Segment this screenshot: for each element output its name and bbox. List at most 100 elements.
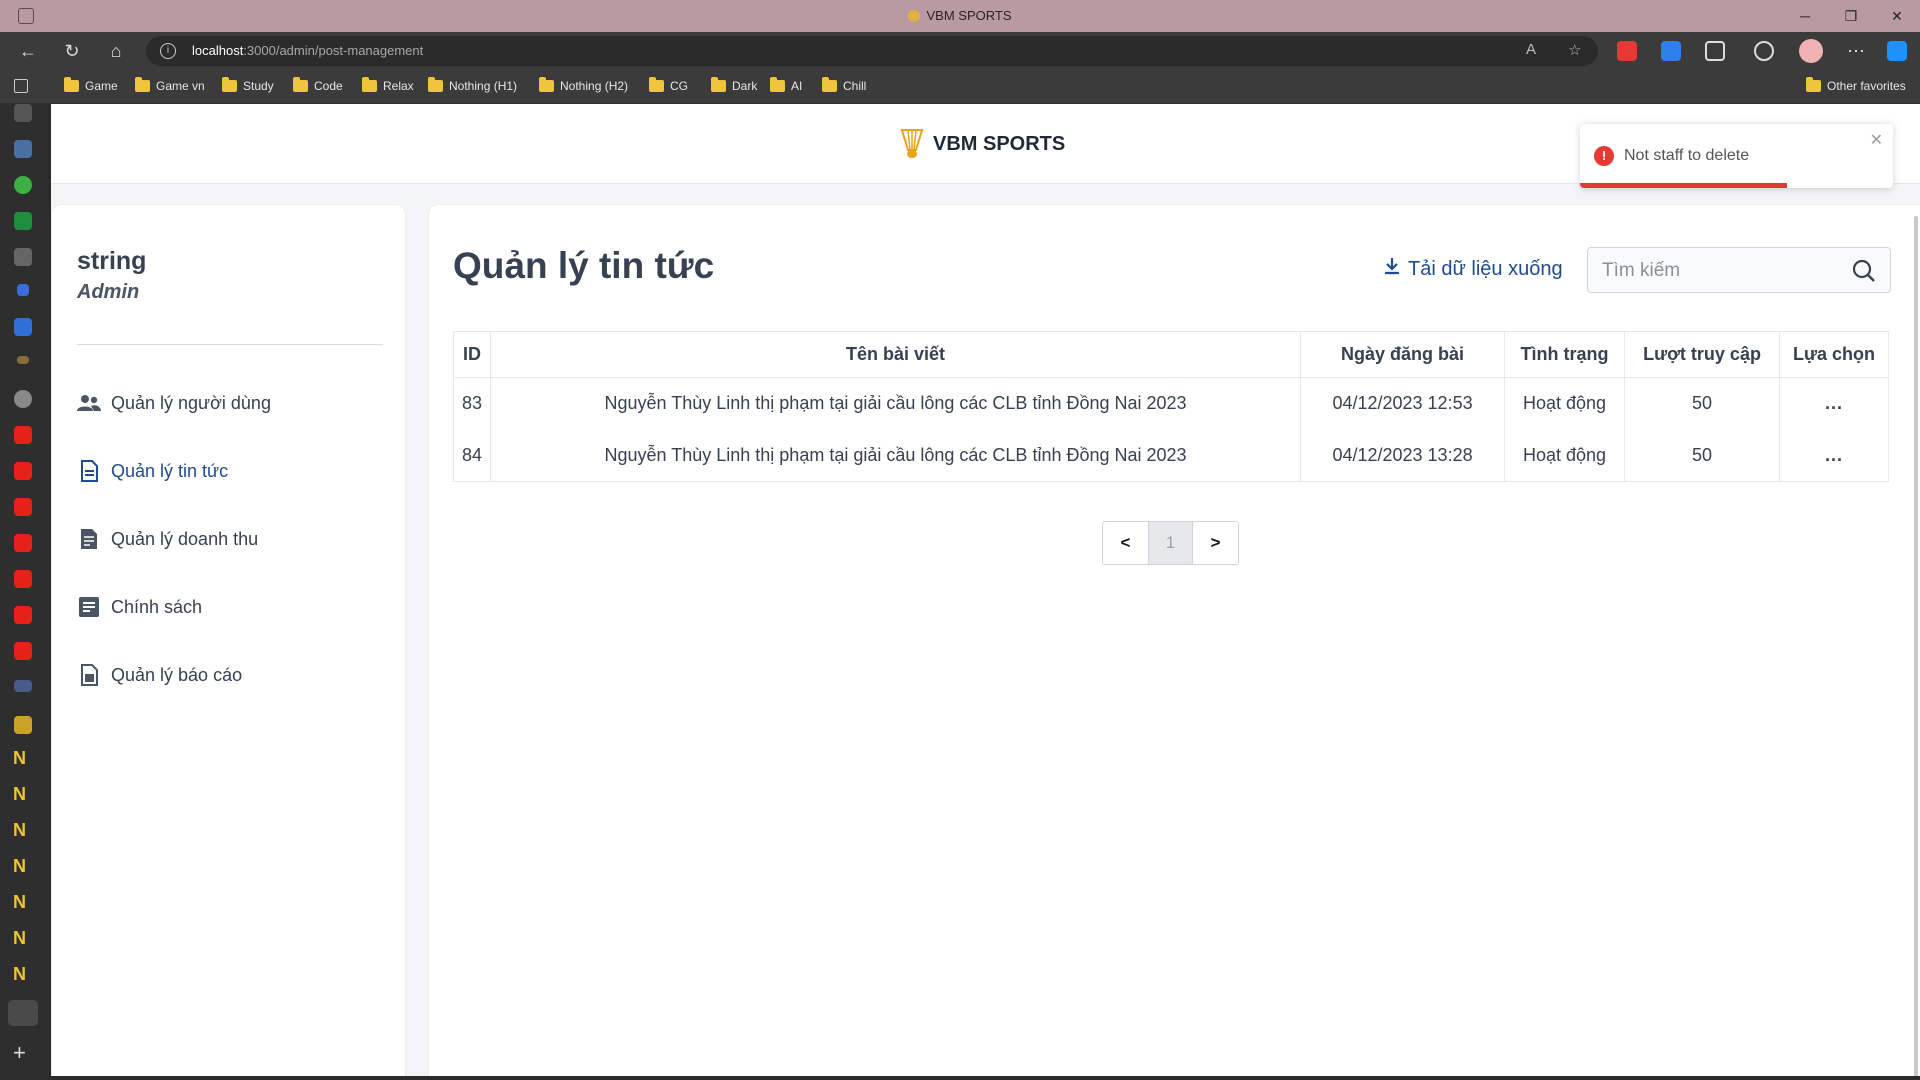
sidebar-item-reports[interactable]: Quản lý báo cáo bbox=[77, 660, 242, 690]
tab-favicon-n-icon[interactable]: N bbox=[13, 892, 26, 913]
close-toast-icon[interactable]: ✕ bbox=[1870, 130, 1883, 150]
bookmark-folder[interactable]: Chill bbox=[822, 77, 867, 93]
search-icon[interactable] bbox=[1852, 259, 1876, 288]
page-scrollbar[interactable] bbox=[1914, 216, 1918, 1076]
tab-favicon-icon[interactable] bbox=[14, 212, 32, 230]
tab-favicon-n-icon[interactable]: N bbox=[13, 820, 26, 841]
cell-title: Nguyễn Thùy Linh thị phạm tại giải cầu l… bbox=[490, 377, 1302, 430]
tab-favicon-icon[interactable] bbox=[17, 356, 29, 364]
read-aloud-icon[interactable]: A bbox=[1526, 41, 1536, 58]
youtube-tab-icon[interactable] bbox=[14, 642, 32, 660]
youtube-tab-icon[interactable] bbox=[14, 606, 32, 624]
url-text[interactable]: localhost:3000/admin/post-management bbox=[192, 43, 423, 58]
bookmark-folder[interactable]: CG bbox=[649, 77, 688, 93]
extensions-icon[interactable] bbox=[1705, 41, 1725, 61]
bookmark-label: Game vn bbox=[156, 79, 205, 93]
site-info-icon[interactable]: i bbox=[160, 43, 176, 59]
youtube-tab-icon[interactable] bbox=[14, 426, 32, 444]
copilot-icon[interactable] bbox=[1887, 41, 1907, 61]
other-favorites-folder[interactable]: Other favorites bbox=[1806, 77, 1906, 93]
search-box[interactable] bbox=[1587, 247, 1891, 293]
current-page-button[interactable]: 1 bbox=[1148, 522, 1193, 564]
search-input[interactable] bbox=[1602, 258, 1842, 284]
youtube-tab-icon[interactable] bbox=[14, 534, 32, 552]
sidebar-item-policy[interactable]: Chính sách bbox=[77, 592, 202, 622]
profile-avatar-icon[interactable] bbox=[1799, 39, 1823, 63]
minimize-button[interactable]: ─ bbox=[1782, 0, 1828, 32]
tab-favicon-n-icon[interactable]: N bbox=[13, 784, 26, 805]
browser-toolbar: ← ↻ ⌂ i localhost:3000/admin/post-manage… bbox=[0, 32, 1920, 70]
table-row[interactable]: 83 Nguyễn Thùy Linh thị phạm tại giải cầ… bbox=[452, 377, 1889, 430]
row-options-button[interactable]: ... bbox=[1779, 429, 1889, 482]
column-header-date[interactable]: Ngày đăng bài bbox=[1300, 331, 1506, 378]
extension-download-icon[interactable] bbox=[1661, 41, 1681, 61]
main-panel: Quản lý tin tức Tải dữ liệu xuống ID Tên… bbox=[428, 204, 1920, 1076]
sidebar-item-label: Quản lý báo cáo bbox=[111, 664, 243, 685]
active-tab-shuttlecock-icon[interactable] bbox=[8, 1000, 38, 1026]
bookmark-label: Chill bbox=[843, 79, 867, 93]
folder-icon bbox=[1806, 77, 1821, 92]
tab-favicon-n-icon[interactable]: N bbox=[13, 856, 26, 877]
next-page-button[interactable]: > bbox=[1193, 522, 1238, 564]
bookmark-folder[interactable]: Code bbox=[293, 77, 343, 93]
bookmark-folder[interactable]: Game bbox=[64, 77, 118, 93]
bookmark-folder[interactable]: Study bbox=[222, 77, 274, 93]
tab-favicon-n-icon[interactable]: N bbox=[13, 964, 26, 985]
column-header-status[interactable]: Tình trạng bbox=[1504, 331, 1626, 378]
bookmark-folder[interactable]: Nothing (H2) bbox=[539, 77, 629, 93]
extension-adblock-icon[interactable] bbox=[1617, 41, 1637, 61]
bookmark-folder[interactable]: Nothing (H1) bbox=[428, 77, 517, 93]
browser-essentials-icon[interactable] bbox=[1754, 41, 1774, 61]
tab-favicon-icon[interactable] bbox=[14, 390, 32, 408]
column-header-id[interactable]: ID bbox=[452, 331, 492, 378]
tab-favicon-icon[interactable] bbox=[17, 284, 29, 296]
download-icon bbox=[1384, 257, 1400, 281]
cell-status: Hoạt động bbox=[1504, 429, 1626, 482]
bookmark-sidebar-icon[interactable] bbox=[14, 79, 28, 93]
tab-favicon-n-icon[interactable]: N bbox=[13, 928, 26, 949]
bookmark-folder[interactable]: Relax bbox=[362, 77, 414, 93]
table-header-row: ID Tên bài viết Ngày đăng bài Tình trạng… bbox=[452, 331, 1889, 378]
tab-favicon-icon[interactable] bbox=[14, 248, 32, 266]
tab-favicon-icon[interactable] bbox=[14, 318, 32, 336]
sidebar-item-users[interactable]: Quản lý người dùng bbox=[77, 388, 271, 418]
restore-button[interactable]: ❐ bbox=[1828, 0, 1874, 32]
close-window-button[interactable]: ✕ bbox=[1874, 0, 1920, 32]
sidebar-item-revenue[interactable]: Quản lý doanh thu bbox=[77, 524, 258, 554]
table-row[interactable]: 84 Nguyễn Thùy Linh thị phạm tại giải cầ… bbox=[452, 429, 1889, 482]
refresh-button[interactable]: ↻ bbox=[58, 38, 86, 64]
tab-favicon-icon[interactable] bbox=[14, 140, 32, 158]
column-header-views[interactable]: Lượt truy cập bbox=[1624, 331, 1781, 378]
bookmark-folder[interactable]: Game vn bbox=[135, 77, 205, 93]
document-icon bbox=[77, 459, 101, 483]
row-options-button[interactable]: ... bbox=[1779, 377, 1889, 430]
tab-favicon-n-icon[interactable]: N bbox=[13, 748, 26, 769]
sidebar-item-label: Quản lý người dùng bbox=[111, 392, 271, 413]
address-bar[interactable]: i localhost:3000/admin/post-management A… bbox=[146, 36, 1598, 66]
prev-page-button[interactable]: < bbox=[1103, 522, 1148, 564]
new-tab-plus-icon[interactable]: + bbox=[13, 1040, 26, 1066]
folder-icon bbox=[428, 77, 443, 92]
bookmark-label: Nothing (H2) bbox=[560, 79, 629, 93]
brand-logo[interactable]: VBM SPORTS bbox=[899, 128, 1065, 160]
bookmark-label: Game bbox=[85, 79, 118, 93]
more-options-icon[interactable]: ⋯ bbox=[1842, 38, 1870, 64]
sidebar-item-news[interactable]: Quản lý tin tức bbox=[77, 456, 228, 486]
error-icon: ! bbox=[1594, 146, 1614, 166]
download-data-button[interactable]: Tải dữ liệu xuống bbox=[1384, 257, 1563, 281]
toast-progress-bar bbox=[1580, 183, 1787, 188]
youtube-tab-icon[interactable] bbox=[14, 498, 32, 516]
tab-favicon-icon[interactable] bbox=[14, 680, 32, 692]
home-button[interactable]: ⌂ bbox=[102, 38, 130, 64]
bookmark-folder[interactable]: Dark bbox=[711, 77, 757, 93]
back-button[interactable]: ← bbox=[14, 38, 42, 64]
youtube-tab-icon[interactable] bbox=[14, 570, 32, 588]
tab-favicon-icon[interactable] bbox=[14, 104, 32, 122]
youtube-tab-icon[interactable] bbox=[14, 462, 32, 480]
column-header-title[interactable]: Tên bài viết bbox=[490, 331, 1302, 378]
bookmark-folder[interactable]: AI bbox=[770, 77, 802, 93]
tab-favicon-icon[interactable] bbox=[14, 716, 32, 734]
tab-favicon-icon[interactable] bbox=[14, 176, 32, 194]
favorite-star-icon[interactable]: ☆ bbox=[1568, 41, 1581, 59]
sidebar-item-label: Quản lý doanh thu bbox=[111, 528, 259, 549]
